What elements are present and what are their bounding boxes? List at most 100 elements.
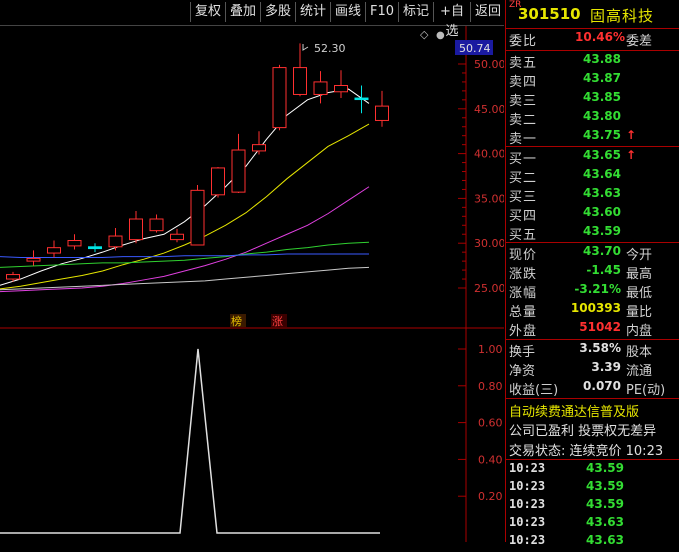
stock-title-bar: ZR 301510 固高科技	[506, 0, 679, 29]
stat-value: -3.21%	[574, 282, 621, 296]
price-tick-label: 50.00	[474, 58, 504, 71]
bid-row[interactable]: 买二 43.64	[506, 166, 679, 186]
ask-row[interactable]: 卖三 43.85	[506, 89, 679, 109]
high-pointer	[302, 44, 309, 51]
ask-row[interactable]: 卖二 43.80	[506, 108, 679, 128]
tick-time: 10:23	[509, 515, 546, 529]
ask-price: 43.88	[583, 52, 621, 66]
multi-stock-button[interactable]: 多股	[260, 2, 295, 22]
candle-body[interactable]	[129, 218, 143, 241]
candle-body[interactable]	[190, 189, 205, 246]
tick-time: 10:23	[509, 461, 546, 475]
tick-time: 10:23	[509, 479, 546, 493]
stat-row[interactable]: 涨幅 -3.21% 最低	[506, 281, 679, 301]
price-tick-label: 35.00	[474, 192, 504, 205]
candle-body[interactable]	[26, 257, 41, 262]
stat2-label: 换手	[509, 345, 536, 360]
stat-row[interactable]: 总量 100393 量比	[506, 300, 679, 320]
stat2-label-2: 流通	[626, 364, 653, 379]
stat-row[interactable]: 涨跌 -1.45 最高	[506, 262, 679, 282]
stat2-label: 净资	[509, 364, 536, 379]
ma-line	[0, 186, 370, 293]
candle-body[interactable]	[211, 167, 225, 196]
candle-body[interactable]	[313, 81, 328, 95]
ma-line	[0, 241, 370, 268]
candle-body[interactable]	[334, 85, 348, 93]
stat-row[interactable]: 外盘 51042 内盘	[506, 319, 679, 339]
ask-row[interactable]: 卖一 43.75	[506, 127, 679, 147]
dot-icon[interactable]: ●	[436, 30, 445, 41]
bid-row[interactable]: 买五 43.59	[506, 223, 679, 243]
tick-price: 43.59	[586, 497, 624, 511]
f10-button[interactable]: F10	[365, 2, 398, 22]
ticker-2[interactable]: 公司已盈利 投票权无差异	[509, 420, 656, 439]
mark-button[interactable]: 标记	[398, 2, 433, 22]
candle-body[interactable]	[170, 233, 184, 241]
stat2-row[interactable]: 净资 3.39 流通	[506, 359, 679, 379]
stat-label-2: 今开	[626, 248, 653, 263]
candle-body[interactable]	[231, 149, 246, 193]
candle-body[interactable]	[149, 218, 164, 232]
zhang-marker[interactable]: 涨	[272, 315, 283, 328]
indicator-tick-label: 0.60	[478, 417, 503, 430]
draw-line-button[interactable]: 画线	[330, 2, 365, 22]
back-button[interactable]: 返回	[470, 2, 505, 22]
bid-price: 43.60	[583, 205, 621, 219]
ticker-1[interactable]: 自动续费通达信普及版	[509, 401, 639, 420]
stat2-value: 3.58%	[579, 341, 621, 355]
price-tick-label: 25.00	[474, 282, 504, 295]
tick-row[interactable]: 10:23 43.59	[506, 479, 679, 498]
statistics-button[interactable]: 统计	[295, 2, 330, 22]
add-watchlist-button[interactable]: +自选	[433, 2, 470, 39]
candle-body[interactable]	[252, 144, 266, 152]
diamond-icon[interactable]: ◇	[420, 28, 429, 41]
ask-label: 卖四	[509, 75, 538, 90]
indicator-grid	[458, 348, 466, 497]
indicator-tick-label: 0.20	[478, 490, 503, 503]
stat-row[interactable]: 现价 43.70 今开	[506, 243, 679, 263]
kline-chart[interactable]: 50.00 45.00 40.00 35.00 30.00 25.00 50.74 52.…	[0, 26, 504, 542]
tick-row[interactable]: 10:23 43.63	[506, 515, 679, 534]
stat2-row[interactable]: 换手 3.58% 股本	[506, 340, 679, 360]
up-arrow-icon: ↑	[626, 148, 637, 162]
bid-price: 43.65	[583, 148, 621, 162]
candle-body[interactable]	[293, 67, 307, 95]
current-price-tag: 50.74	[459, 42, 491, 55]
candle-body[interactable]	[108, 235, 123, 248]
ask-row[interactable]: 卖四 43.87	[506, 70, 679, 90]
candle-body[interactable]	[354, 97, 369, 101]
ask-price: 43.85	[583, 90, 621, 104]
candle-body[interactable]	[6, 274, 20, 280]
stat-value: 100393	[570, 301, 621, 315]
bid-row[interactable]: 买四 43.60	[506, 204, 679, 224]
stat-label-2: 最低	[626, 286, 653, 301]
stat-value: 51042	[579, 320, 621, 334]
bid-label: 买三	[509, 190, 538, 205]
tick-row[interactable]: 10:23 43.59	[506, 497, 679, 516]
overlay-button[interactable]: 叠加	[225, 2, 260, 22]
candles	[6, 43, 389, 282]
ask-price: 43.80	[583, 109, 621, 123]
ask-label: 卖五	[509, 56, 538, 71]
bid-label: 买五	[509, 228, 538, 243]
candle-body[interactable]	[375, 105, 389, 121]
stat-label-2: 内盘	[626, 324, 653, 339]
stat-label: 涨跌	[509, 267, 538, 282]
tick-row[interactable]: 10:23 43.63	[506, 533, 679, 552]
candle-body[interactable]	[47, 247, 61, 254]
fuquan-button[interactable]: 复权	[190, 2, 225, 22]
stat-label: 总量	[509, 305, 538, 320]
bid-price: 43.63	[583, 186, 621, 200]
candle-body[interactable]	[272, 67, 287, 129]
candle-body[interactable]	[67, 240, 82, 247]
candle-body[interactable]	[88, 246, 102, 250]
weibi-value: 10.46%	[575, 30, 625, 44]
bid-row[interactable]: 买一 43.65	[506, 147, 679, 167]
ask-row[interactable]: 卖五 43.88	[506, 51, 679, 71]
price-axis-ticks: 50.00 45.00 40.00 35.00 30.00 25.00	[474, 58, 504, 295]
stat2-row[interactable]: 收益(三) 0.070 PE(动)	[506, 378, 679, 398]
tick-row[interactable]: 10:23 43.59	[506, 461, 679, 480]
bid-row[interactable]: 买三 43.63	[506, 185, 679, 205]
bid-label: 买二	[509, 171, 538, 186]
bang-marker[interactable]: 榜	[231, 314, 242, 328]
